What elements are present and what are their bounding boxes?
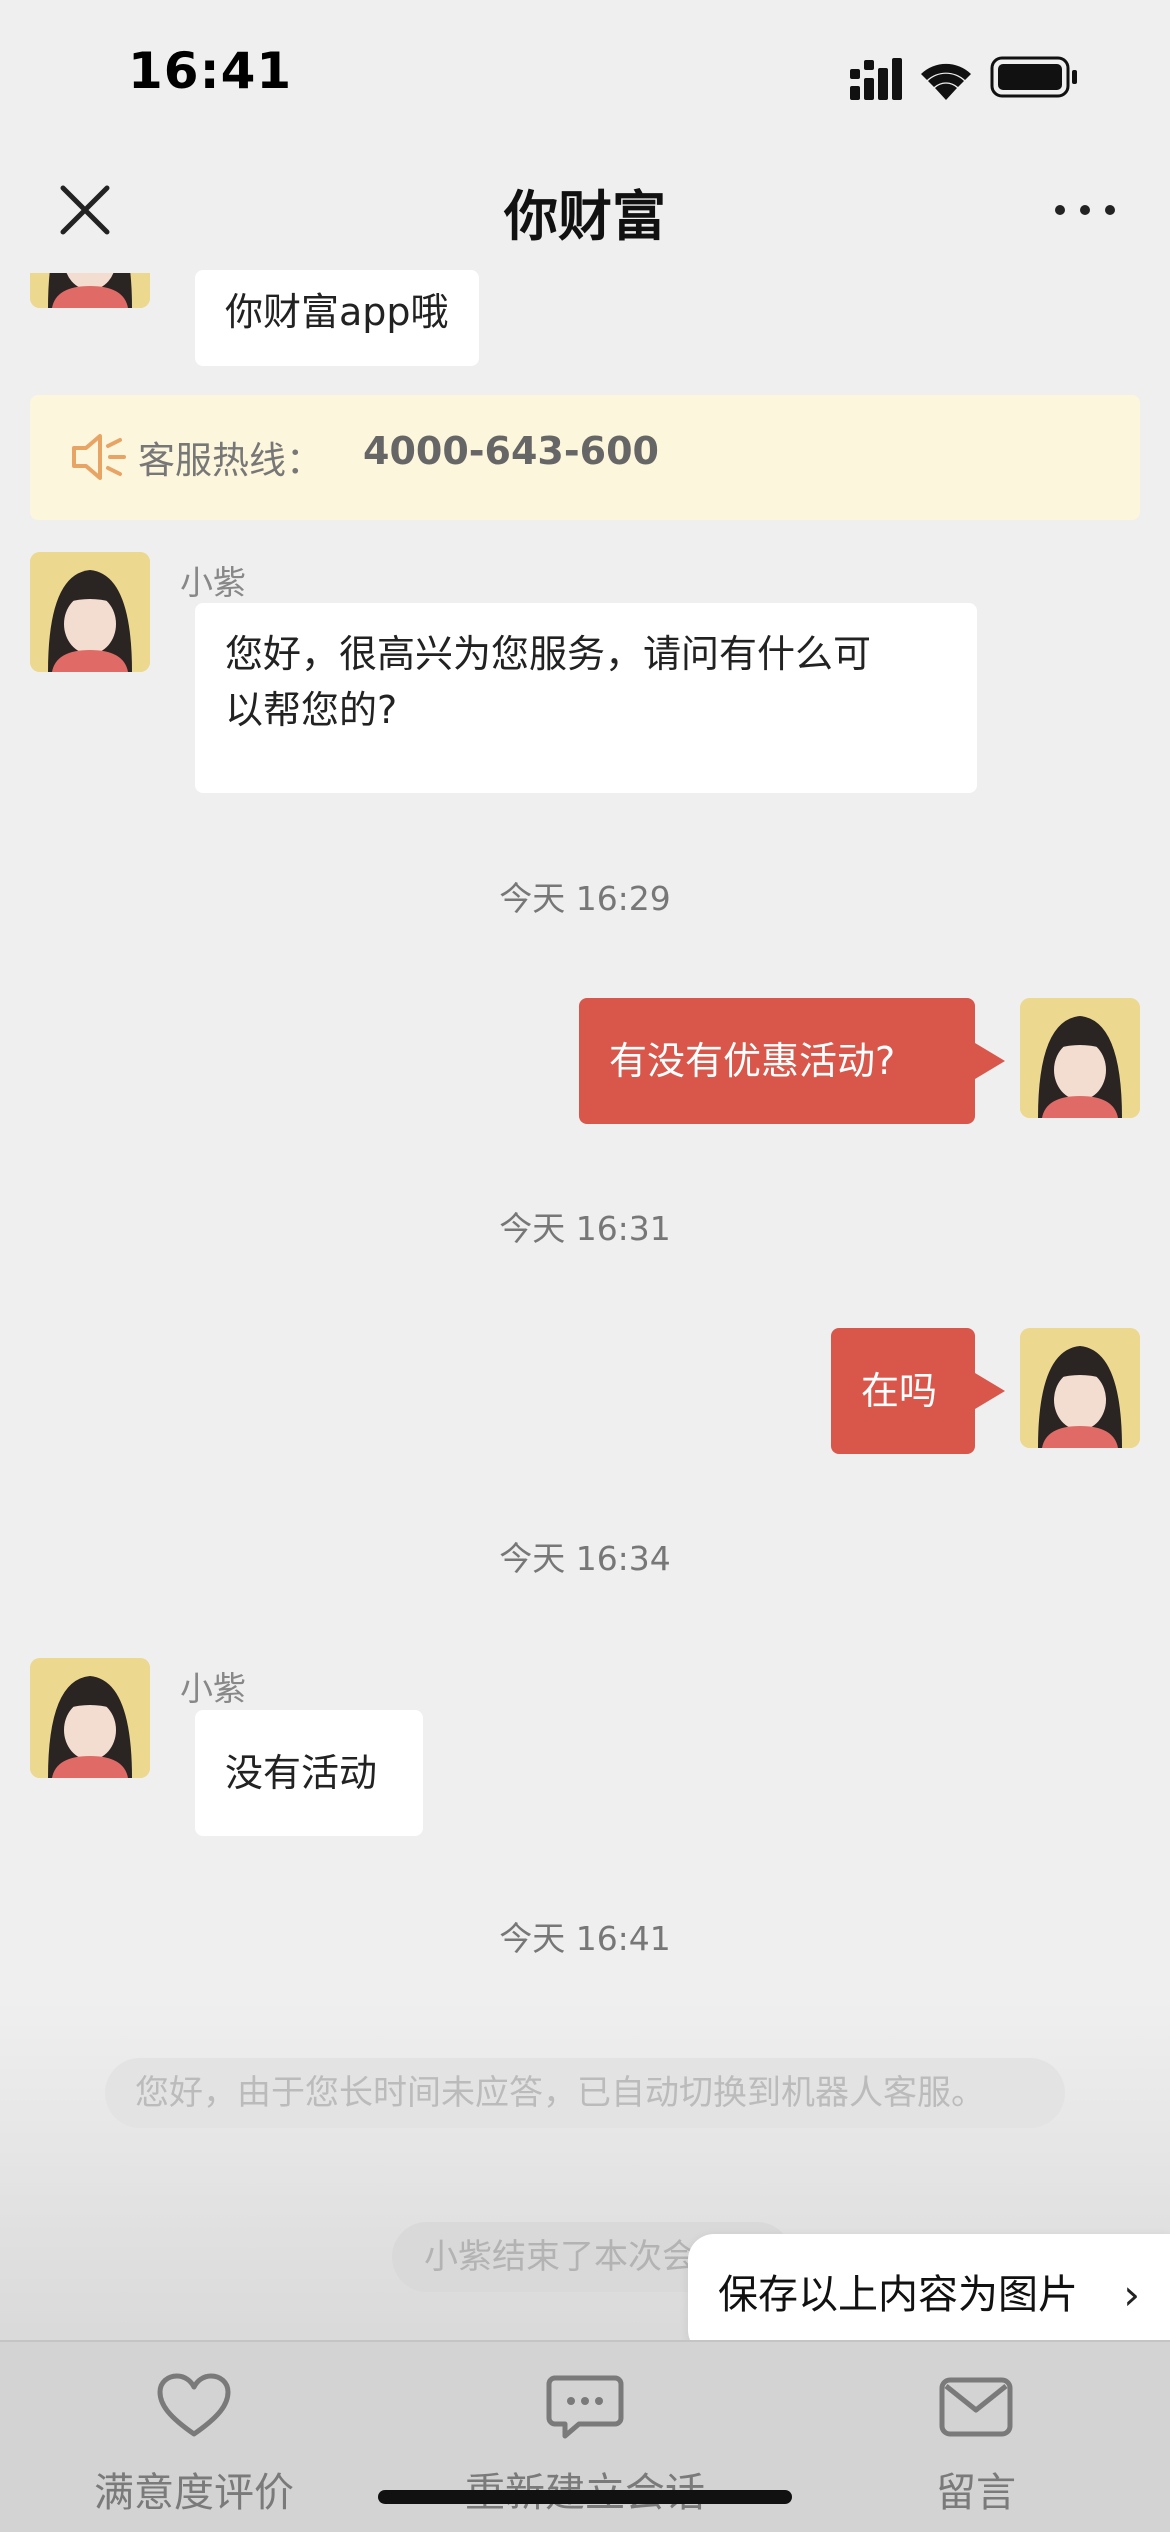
tab-label: 重新建立会话 <box>405 2460 765 2518</box>
status-time: 16:41 <box>128 42 293 100</box>
save-as-image-label: 保存以上内容为图片 <box>718 2272 1078 2318</box>
hotline-label: 客服热线： <box>138 439 323 482</box>
message-text: 你财富app哦 <box>225 290 449 334</box>
agent-avatar <box>30 552 150 672</box>
save-as-image-button[interactable]: 保存以上内容为图片 › <box>688 2234 1170 2356</box>
timestamp: 今天 16:29 <box>499 879 671 918</box>
heart-icon <box>154 2372 234 2442</box>
tab-satisfaction-rating[interactable]: 满意度评价 <box>14 2372 374 2532</box>
sender-name: 小紫 <box>180 1669 246 1708</box>
tab-label: 满意度评价 <box>94 2470 294 2516</box>
chat-bubble-incoming: 您好，很高兴为您服务，请问有什么可 以帮您的? <box>195 603 977 793</box>
wifi-icon <box>921 63 971 100</box>
hotline-number[interactable]: 4000-643-600 <box>363 429 659 473</box>
hotline-notice: 客服热线： 4000-643-600 <box>30 395 1140 520</box>
agent-avatar <box>30 1658 150 1778</box>
page-title: 你财富 <box>504 185 666 248</box>
message-text: 没有活动 <box>225 1751 378 1795</box>
speaker-icon <box>70 430 126 484</box>
timestamp: 今天 16:34 <box>499 1539 671 1578</box>
message-text-line: 您好，很高兴为您服务，请问有什么可 <box>225 632 872 676</box>
chevron-right-icon: › <box>1123 2270 1140 2319</box>
timestamp: 今天 16:31 <box>499 1209 671 1248</box>
user-avatar <box>1020 998 1140 1118</box>
tab-new-session[interactable]: 重新建立会话 <box>405 2372 765 2532</box>
envelope-icon <box>936 2372 1016 2442</box>
tab-leave-message[interactable]: 留言 <box>796 2372 1156 2532</box>
chat-bubble-incoming: 没有活动 <box>195 1710 423 1836</box>
message-text: 在吗 <box>861 1369 938 1413</box>
message-text: 有没有优惠活动? <box>609 1039 896 1083</box>
cellular-signal-icon <box>850 58 902 100</box>
chat-bubble-outgoing: 在吗 <box>831 1328 1005 1454</box>
message-text-line: 以帮您的? <box>225 688 398 732</box>
home-indicator[interactable] <box>378 2490 792 2504</box>
status-bar: 16:41 <box>0 0 1170 150</box>
system-notice: 您好，由于您长时间未应答，已自动切换到机器人客服。 <box>105 2058 1065 2128</box>
timestamp: 今天 16:41 <box>499 1919 671 1958</box>
chat-bubble-incoming: 你财富app哦 <box>195 270 479 366</box>
status-icons <box>850 52 1090 102</box>
chat-bubble-icon <box>545 2372 625 2442</box>
chat-bubble-outgoing: 有没有优惠活动? <box>579 998 1005 1124</box>
nav-bar: 你财富 <box>0 150 1170 270</box>
more-icon[interactable] <box>1050 180 1120 240</box>
sender-name: 小紫 <box>180 563 246 602</box>
user-avatar <box>1020 1328 1140 1448</box>
battery-icon <box>990 56 1077 98</box>
tab-label: 留言 <box>936 2470 1016 2516</box>
